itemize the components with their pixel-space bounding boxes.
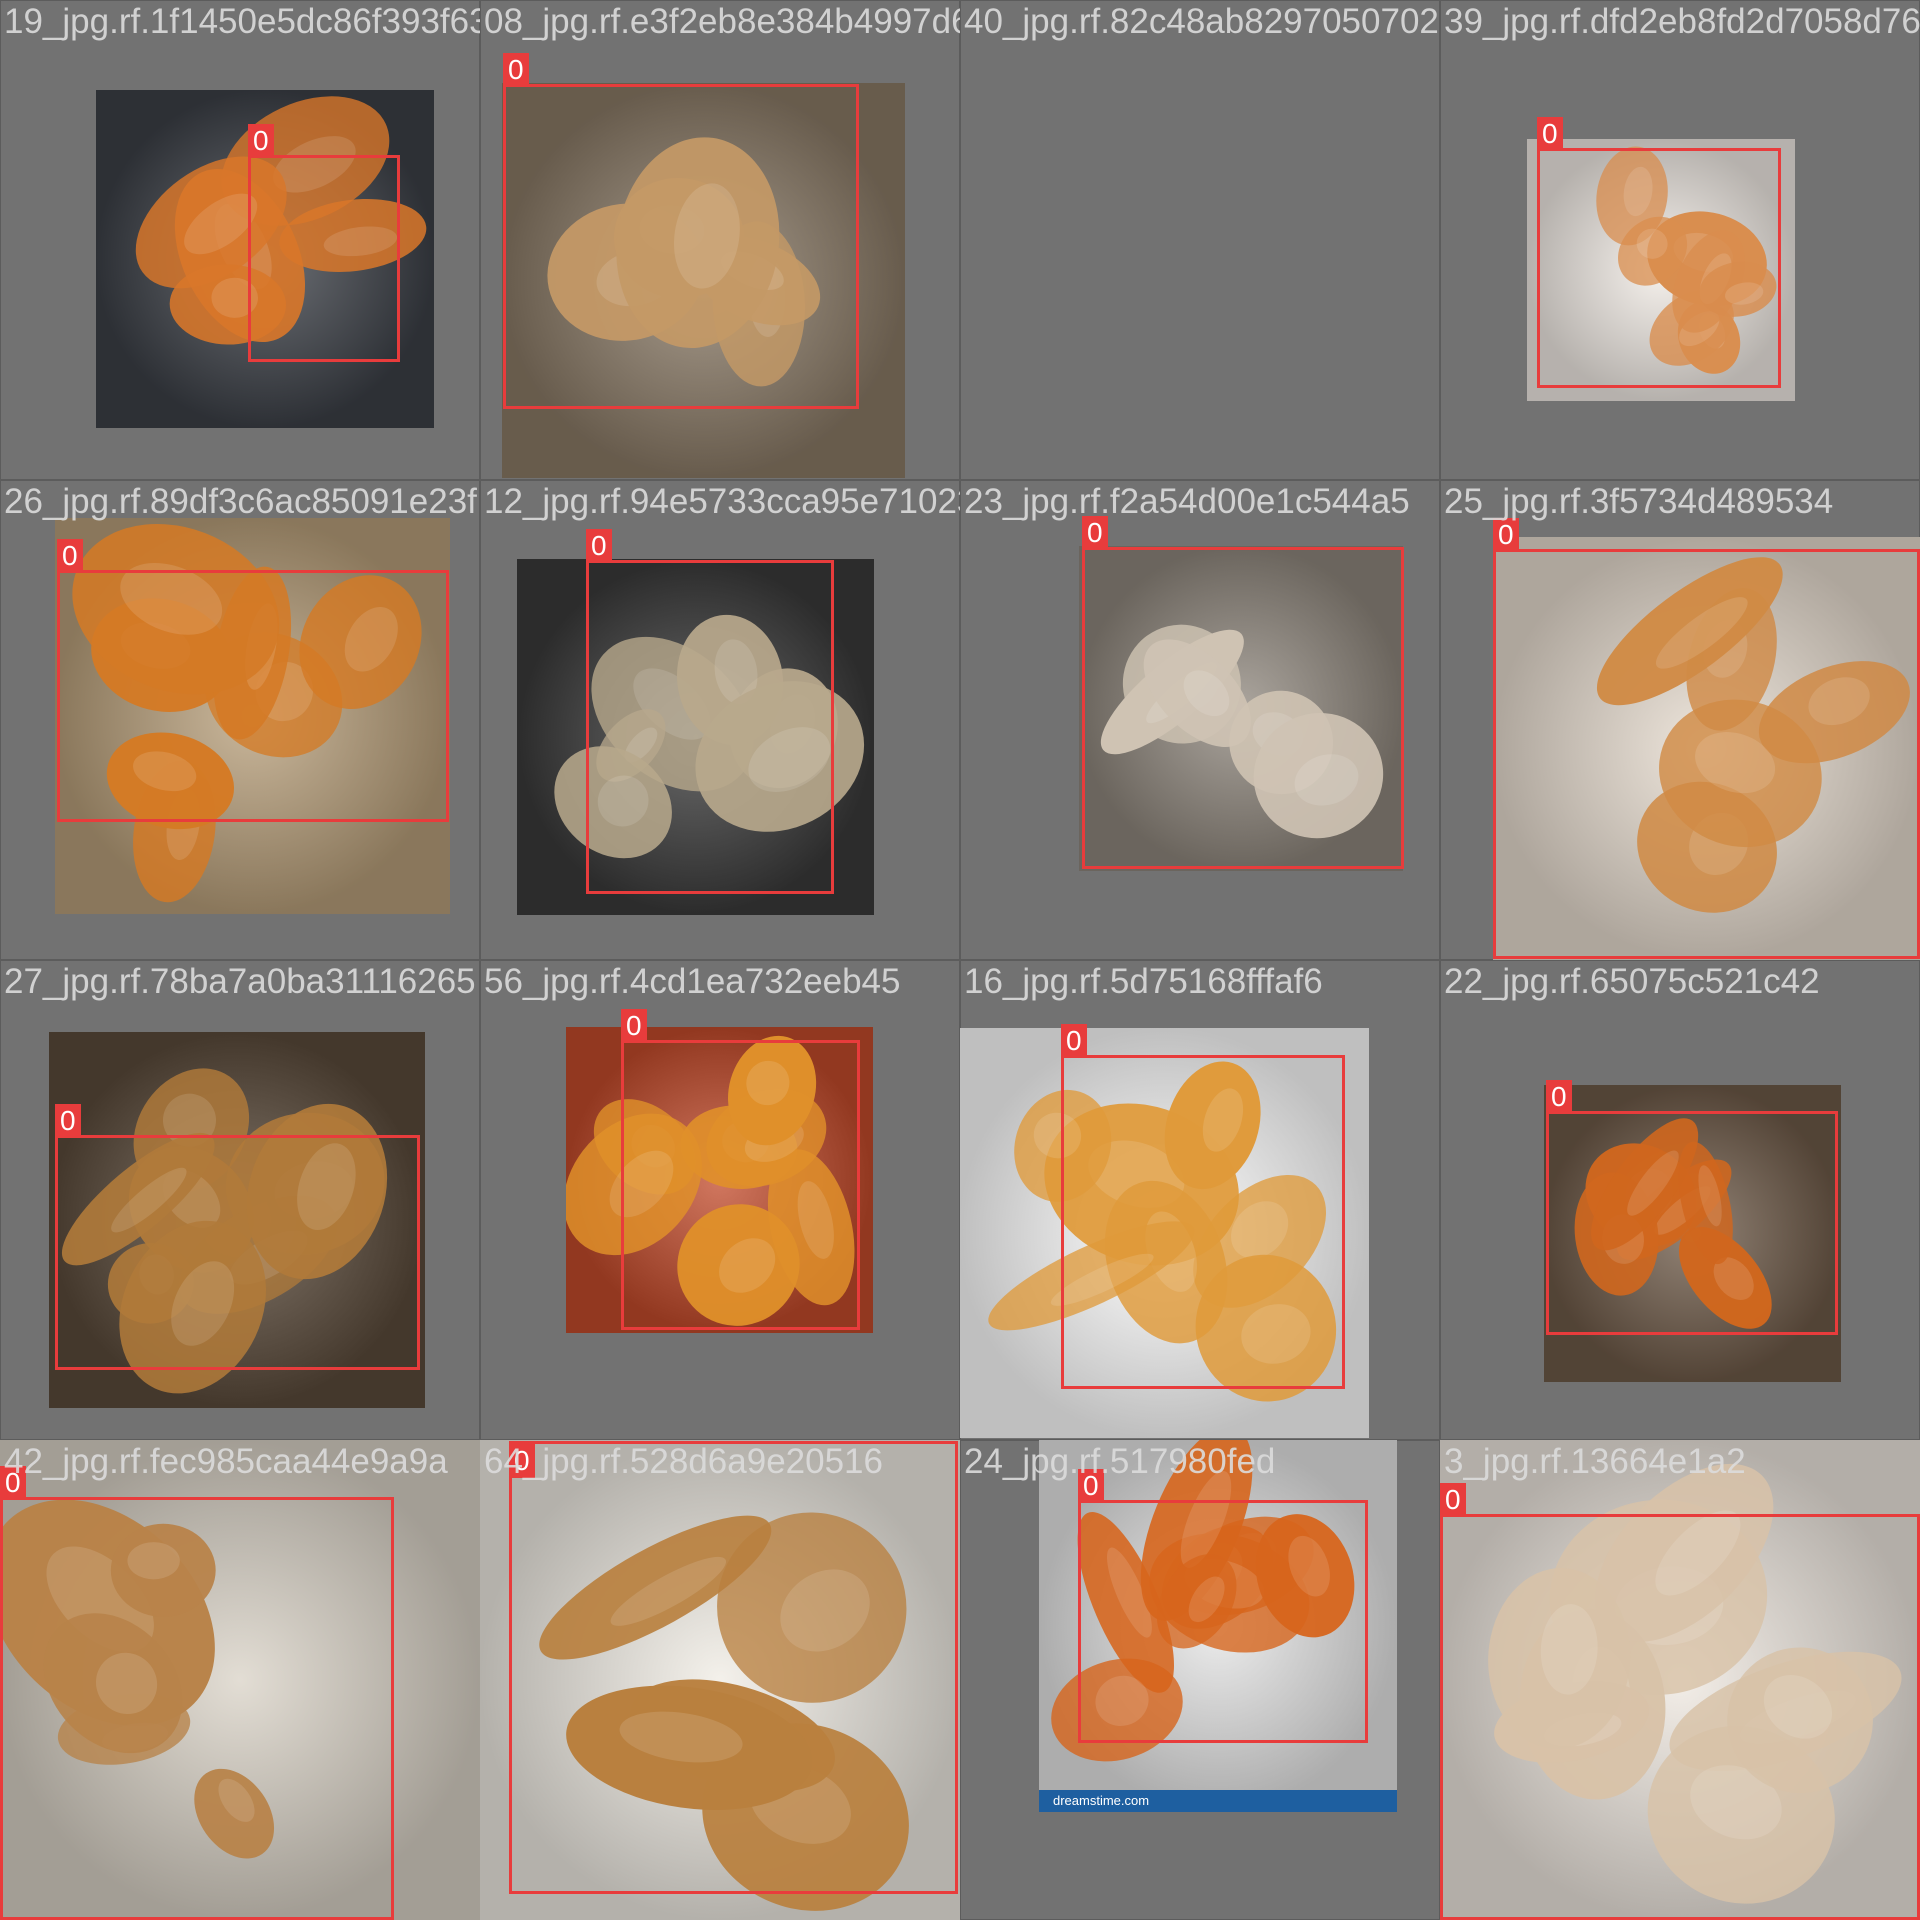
bounding-box: 0 xyxy=(503,53,859,409)
mosaic-tile: 0 39_jpg.rf.dfd2eb8fd2d7058d76 xyxy=(1440,0,1920,480)
class-label: 0 xyxy=(1440,1483,1466,1517)
class-label: 0 xyxy=(1493,518,1519,552)
tile-filename: 12_jpg.rf.94e5733cca95e71023 xyxy=(484,482,960,521)
tile-filename: 23_jpg.rf.f2a54d00e1c544a5 xyxy=(964,482,1410,521)
tile-filename: 26_jpg.rf.89df3c6ac85091e23f xyxy=(4,482,477,521)
tile-filename: 39_jpg.rf.dfd2eb8fd2d7058d76 xyxy=(1444,2,1920,41)
tile-filename: 24_jpg.rf.517980fed xyxy=(964,1442,1276,1481)
mosaic-tile: 0 42_jpg.rf.fec985caa44e9a9a xyxy=(0,1440,480,1920)
tile-filename: 08_jpg.rf.e3f2eb8e384b4997d6 xyxy=(484,2,960,41)
mosaic-tile: 0 23_jpg.rf.f2a54d00e1c544a5 xyxy=(960,480,1440,960)
bounding-box: 0 xyxy=(1082,516,1404,869)
mosaic-tile: 0 26_jpg.rf.89df3c6ac85091e23f xyxy=(0,480,480,960)
class-label: 0 xyxy=(621,1009,647,1043)
mosaic-tile: 0 19_jpg.rf.1f1450e5dc86f393f63204cf5ed36… xyxy=(0,0,480,480)
class-label: 0 xyxy=(586,529,612,563)
bounding-box: 0 xyxy=(1061,1024,1345,1389)
bounding-box: 0 xyxy=(1078,1469,1368,1743)
mosaic-tile: 0 56_jpg.rf.4cd1ea732eeb45 xyxy=(480,960,960,1440)
bounding-box: 0 xyxy=(0,1466,394,1920)
tile-filename: 40_jpg.rf.82c48ab829705070271 xyxy=(964,2,1440,41)
mosaic-tile: dreamstime.com 0 24_jpg.rf.517980fed xyxy=(960,1440,1440,1920)
tile-filename: 16_jpg.rf.5d75168fffaf6 xyxy=(964,962,1323,1001)
watermark-text: dreamstime.com xyxy=(1039,1790,1397,1812)
class-label: 0 xyxy=(1537,117,1563,151)
bounding-box: 0 xyxy=(57,539,449,822)
tile-filename: 56_jpg.rf.4cd1ea732eeb45 xyxy=(484,962,901,1001)
bounding-box: 0 xyxy=(586,529,834,894)
bounding-box: 0 xyxy=(1537,117,1781,388)
tile-filename: 19_jpg.rf.1f1450e5dc86f393f63204cf5ed36c… xyxy=(4,2,480,41)
mosaic-tile: 0 22_jpg.rf.65075c521c42 xyxy=(1440,960,1920,1440)
mosaic-tile: 040_jpg.rf.82c48ab829705070271 xyxy=(960,0,1440,480)
mosaic-tile: 0 12_jpg.rf.94e5733cca95e71023 xyxy=(480,480,960,960)
mosaic-grid: 0 19_jpg.rf.1f1450e5dc86f393f63204cf5ed36… xyxy=(0,0,1920,1920)
class-label: 0 xyxy=(503,53,529,87)
mosaic-tile: 0 08_jpg.rf.e3f2eb8e384b4997d6 xyxy=(480,0,960,480)
class-label: 0 xyxy=(55,1104,81,1138)
class-label: 0 xyxy=(57,539,83,573)
mosaic-tile: 0 25_jpg.rf.3f5734d489534 xyxy=(1440,480,1920,960)
bounding-box: 0 xyxy=(621,1009,860,1330)
bounding-box: 0 xyxy=(1440,1483,1920,1920)
mosaic-tile: 0 64_jpg.rf.528d6a9e20516 xyxy=(480,1440,960,1920)
tile-filename: 64_jpg.rf.528d6a9e20516 xyxy=(484,1442,883,1481)
tile-filename: 3_jpg.rf.13664e1a2 xyxy=(1444,1442,1746,1481)
class-label: 0 xyxy=(248,124,274,158)
mosaic-tile: 0 16_jpg.rf.5d75168fffaf6 xyxy=(960,960,1440,1440)
class-label: 0 xyxy=(1546,1080,1572,1114)
tile-filename: 22_jpg.rf.65075c521c42 xyxy=(1444,962,1820,1001)
tile-filename: 25_jpg.rf.3f5734d489534 xyxy=(1444,482,1834,521)
bounding-box: 0 xyxy=(1493,518,1920,959)
bounding-box: 0 xyxy=(509,1441,958,1894)
tile-filename: 42_jpg.rf.fec985caa44e9a9a xyxy=(4,1442,448,1481)
bounding-box: 0 xyxy=(248,124,400,362)
mosaic-tile: 0 3_jpg.rf.13664e1a2 xyxy=(1440,1440,1920,1920)
bounding-box: 0 xyxy=(1546,1080,1838,1335)
bounding-box: 0 xyxy=(55,1104,420,1370)
mosaic-tile: 0 27_jpg.rf.78ba7a0ba31116265 xyxy=(0,960,480,1440)
tile-filename: 27_jpg.rf.78ba7a0ba31116265 xyxy=(4,962,476,1001)
class-label: 0 xyxy=(1061,1024,1087,1058)
